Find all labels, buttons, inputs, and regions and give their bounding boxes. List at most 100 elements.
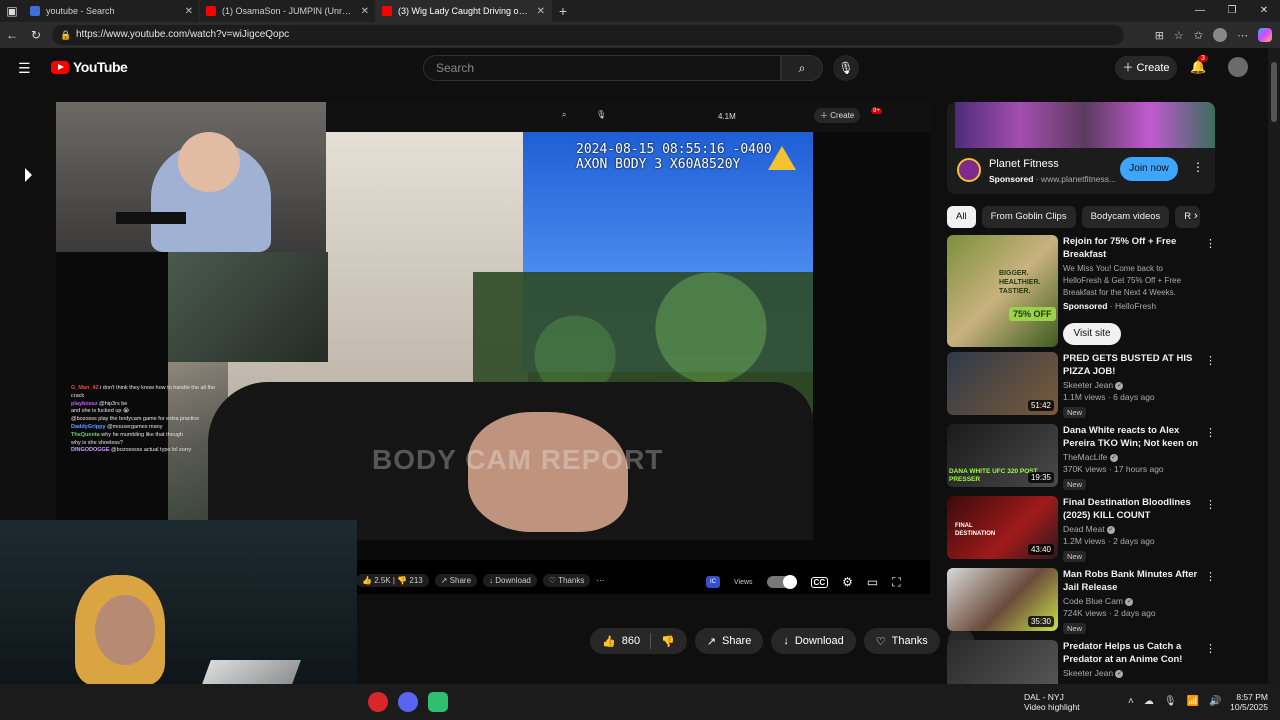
rec-title: Predator Helps us Catch a Predator at an… — [1063, 641, 1183, 665]
autoplay-toggle[interactable] — [766, 575, 797, 589]
rec-more-icon[interactable]: ⋮ — [1205, 237, 1216, 250]
video-watermark: BODY CAM REPORT — [372, 444, 664, 475]
axon-logo-icon — [768, 146, 796, 170]
fullscreen-icon[interactable]: ⛶ — [892, 575, 900, 590]
browser-tab-2[interactable]: (1) OsamaSon - JUMPIN (Unrelea ✕ — [200, 0, 376, 22]
recommendation-item[interactable]: DANA WHITE UFC 320 POST PRESSER 19:35 Da… — [947, 424, 1216, 492]
filter-chips: All From Goblin Clips Bodycam videos R — [947, 206, 1215, 228]
ad-subtitle: Sponsored · www.planetfitness... — [989, 174, 1117, 184]
voice-search-button[interactable]: 🎙 — [833, 55, 859, 81]
onedrive-icon[interactable]: ☁ — [1144, 696, 1154, 707]
close-tab-icon[interactable]: ✕ — [185, 6, 193, 17]
thanks-label: Thanks — [891, 635, 928, 647]
search-input[interactable]: Search — [423, 55, 781, 81]
volume-icon[interactable]: 🔊 — [1209, 696, 1221, 707]
recommendation-item[interactable]: 51:42 PRED GETS BUSTED AT HIS PIZZA JOB!… — [947, 352, 1216, 420]
tab-actions-icon[interactable]: ▣ — [0, 4, 24, 18]
notifications-button[interactable]: 🔔 3 — [1190, 55, 1208, 75]
youtube-logo[interactable]: YouTube — [51, 59, 128, 75]
rec-stats: 1.2M views · 2 days ago — [1063, 536, 1155, 546]
ad-more-icon[interactable]: ⋮ — [1192, 160, 1204, 174]
sponsored-ad[interactable]: Planet Fitness Sponsored · www.planetfit… — [947, 102, 1215, 194]
new-badge: New — [1063, 551, 1087, 562]
join-now-button[interactable]: Join now — [1120, 157, 1178, 181]
new-tab-icon[interactable]: + — [552, 3, 574, 19]
extension-icon[interactable]: IC — [706, 576, 720, 588]
mic-arm — [116, 212, 186, 224]
menu-icon[interactable]: ☰ — [18, 60, 31, 77]
rec-more-icon[interactable]: ⋮ — [1205, 570, 1216, 583]
verified-icon: ✓ — [1115, 669, 1124, 678]
close-tab-icon[interactable]: ✕ — [537, 6, 545, 17]
like-dislike-button[interactable]: 👍 860 👎 — [590, 628, 687, 654]
maximize-icon[interactable]: ❐ — [1216, 0, 1248, 22]
nested-create-label: Create — [830, 111, 855, 120]
minimize-icon[interactable]: — — [1184, 0, 1216, 22]
chip-bodycam-videos[interactable]: Bodycam videos — [1081, 206, 1170, 228]
more-icon[interactable]: ⋯ — [1237, 29, 1248, 42]
nested-more-icon: ⋯ — [596, 575, 605, 585]
rec-more-icon[interactable]: ⋮ — [1205, 642, 1215, 655]
thumbs-down-icon[interactable]: 👎 — [661, 635, 675, 648]
taskbar-apps — [368, 692, 448, 712]
chevron-right-icon[interactable]: › — [1194, 210, 1198, 222]
chip-from-goblin-clips[interactable]: From Goblin Clips — [981, 206, 1076, 228]
widget-highlight[interactable]: DAL - NYJ Video highlight — [1024, 692, 1080, 712]
search-icon: ⌕ — [798, 61, 806, 75]
recommendation-item[interactable]: 35:30 Man Robs Bank Minutes After Jail R… — [947, 568, 1216, 636]
video-thumbnail: FINAL DESTINATION 43:40 — [947, 496, 1058, 559]
rec-more-icon[interactable]: ⋮ — [1205, 498, 1216, 511]
address-bar: ← ↻ 🔒 https://www.youtube.com/watch?v=wi… — [0, 22, 1280, 48]
theater-mode-icon[interactable]: ▭ — [867, 575, 878, 589]
video-frame: ⌕ 🎙 4.1M ＋ Create 9+ 2024-08-15 08:55:16… — [56, 102, 930, 560]
url-field[interactable]: 🔒 https://www.youtube.com/watch?v=wiJigc… — [52, 25, 1124, 45]
search-button[interactable]: ⌕ — [781, 55, 823, 81]
recommendation-item[interactable]: Predator Helps us Catch a Predator at an… — [947, 640, 1215, 684]
captions-icon[interactable]: CC — [810, 576, 829, 588]
tab-title: (3) Wig Lady Caught Driving on C — [398, 6, 531, 16]
ad-image — [955, 102, 1215, 148]
chip-all[interactable]: All — [947, 206, 976, 228]
new-badge: New — [1063, 407, 1087, 418]
app-icon[interactable] — [428, 692, 448, 712]
browser-tab-1[interactable]: youtube - Search ✕ — [24, 0, 200, 22]
page-scrollbar[interactable] — [1268, 48, 1280, 684]
reader-icon[interactable]: ⊞ — [1155, 29, 1164, 42]
share-icon: ↗ — [706, 635, 716, 648]
nested-youtube-header: ⌕ 🎙 4.1M ＋ Create 9+ — [326, 102, 930, 132]
close-window-icon[interactable]: ✕ — [1248, 0, 1280, 22]
opera-gx-icon[interactable] — [368, 692, 388, 712]
download-label: Download — [794, 635, 844, 647]
discord-icon[interactable] — [398, 692, 418, 712]
sponsored-recommendation[interactable]: BIGGER. HEALTHIER. TASTIER. 75% OFF Rejo… — [947, 235, 1216, 347]
tab-title: youtube - Search — [46, 6, 115, 16]
favorite-star-icon[interactable]: ☆ — [1174, 29, 1184, 42]
favorites-icon[interactable]: ✩ — [1194, 29, 1203, 42]
scrollbar-thumb[interactable] — [1271, 62, 1277, 122]
tab-title: (1) OsamaSon - JUMPIN (Unrelea — [222, 6, 355, 16]
download-button[interactable]: ↓ Download — [771, 628, 856, 654]
share-button[interactable]: ↗ Share — [694, 628, 764, 654]
copilot-icon[interactable] — [1258, 28, 1272, 42]
browser-tab-3[interactable]: (3) Wig Lady Caught Driving on C ✕ — [376, 0, 552, 22]
duration-badge: 35:30 — [1027, 616, 1054, 627]
recommendation-item[interactable]: FINAL DESTINATION 43:40 Final Destinatio… — [947, 496, 1216, 564]
visit-site-button[interactable]: Visit site — [1063, 323, 1121, 345]
refresh-icon[interactable]: ↻ — [24, 28, 48, 42]
youtube-favicon-icon — [382, 6, 392, 16]
system-clock[interactable]: 8:57 PM 10/5/2025 — [1226, 692, 1268, 712]
mic-tray-icon[interactable]: 🎙 — [1164, 696, 1177, 707]
create-button[interactable]: ＋ Create — [1115, 56, 1177, 80]
profile-icon[interactable] — [1213, 28, 1227, 42]
close-tab-icon[interactable]: ✕ — [361, 6, 369, 17]
rec-more-icon[interactable]: ⋮ — [1205, 354, 1216, 367]
thanks-button[interactable]: ♡ Thanks — [863, 628, 940, 654]
rec-more-icon[interactable]: ⋮ — [1205, 426, 1216, 439]
chevron-up-icon[interactable]: ˄ — [1128, 696, 1134, 707]
wifi-icon[interactable]: 📶 — [1187, 696, 1199, 707]
account-avatar[interactable] — [1228, 57, 1248, 77]
ad-thumbnail: BIGGER. HEALTHIER. TASTIER. 75% OFF — [947, 235, 1058, 347]
back-icon[interactable]: ← — [0, 28, 24, 42]
settings-gear-icon[interactable]: ⚙ — [842, 575, 853, 589]
create-label: Create — [1136, 62, 1170, 74]
